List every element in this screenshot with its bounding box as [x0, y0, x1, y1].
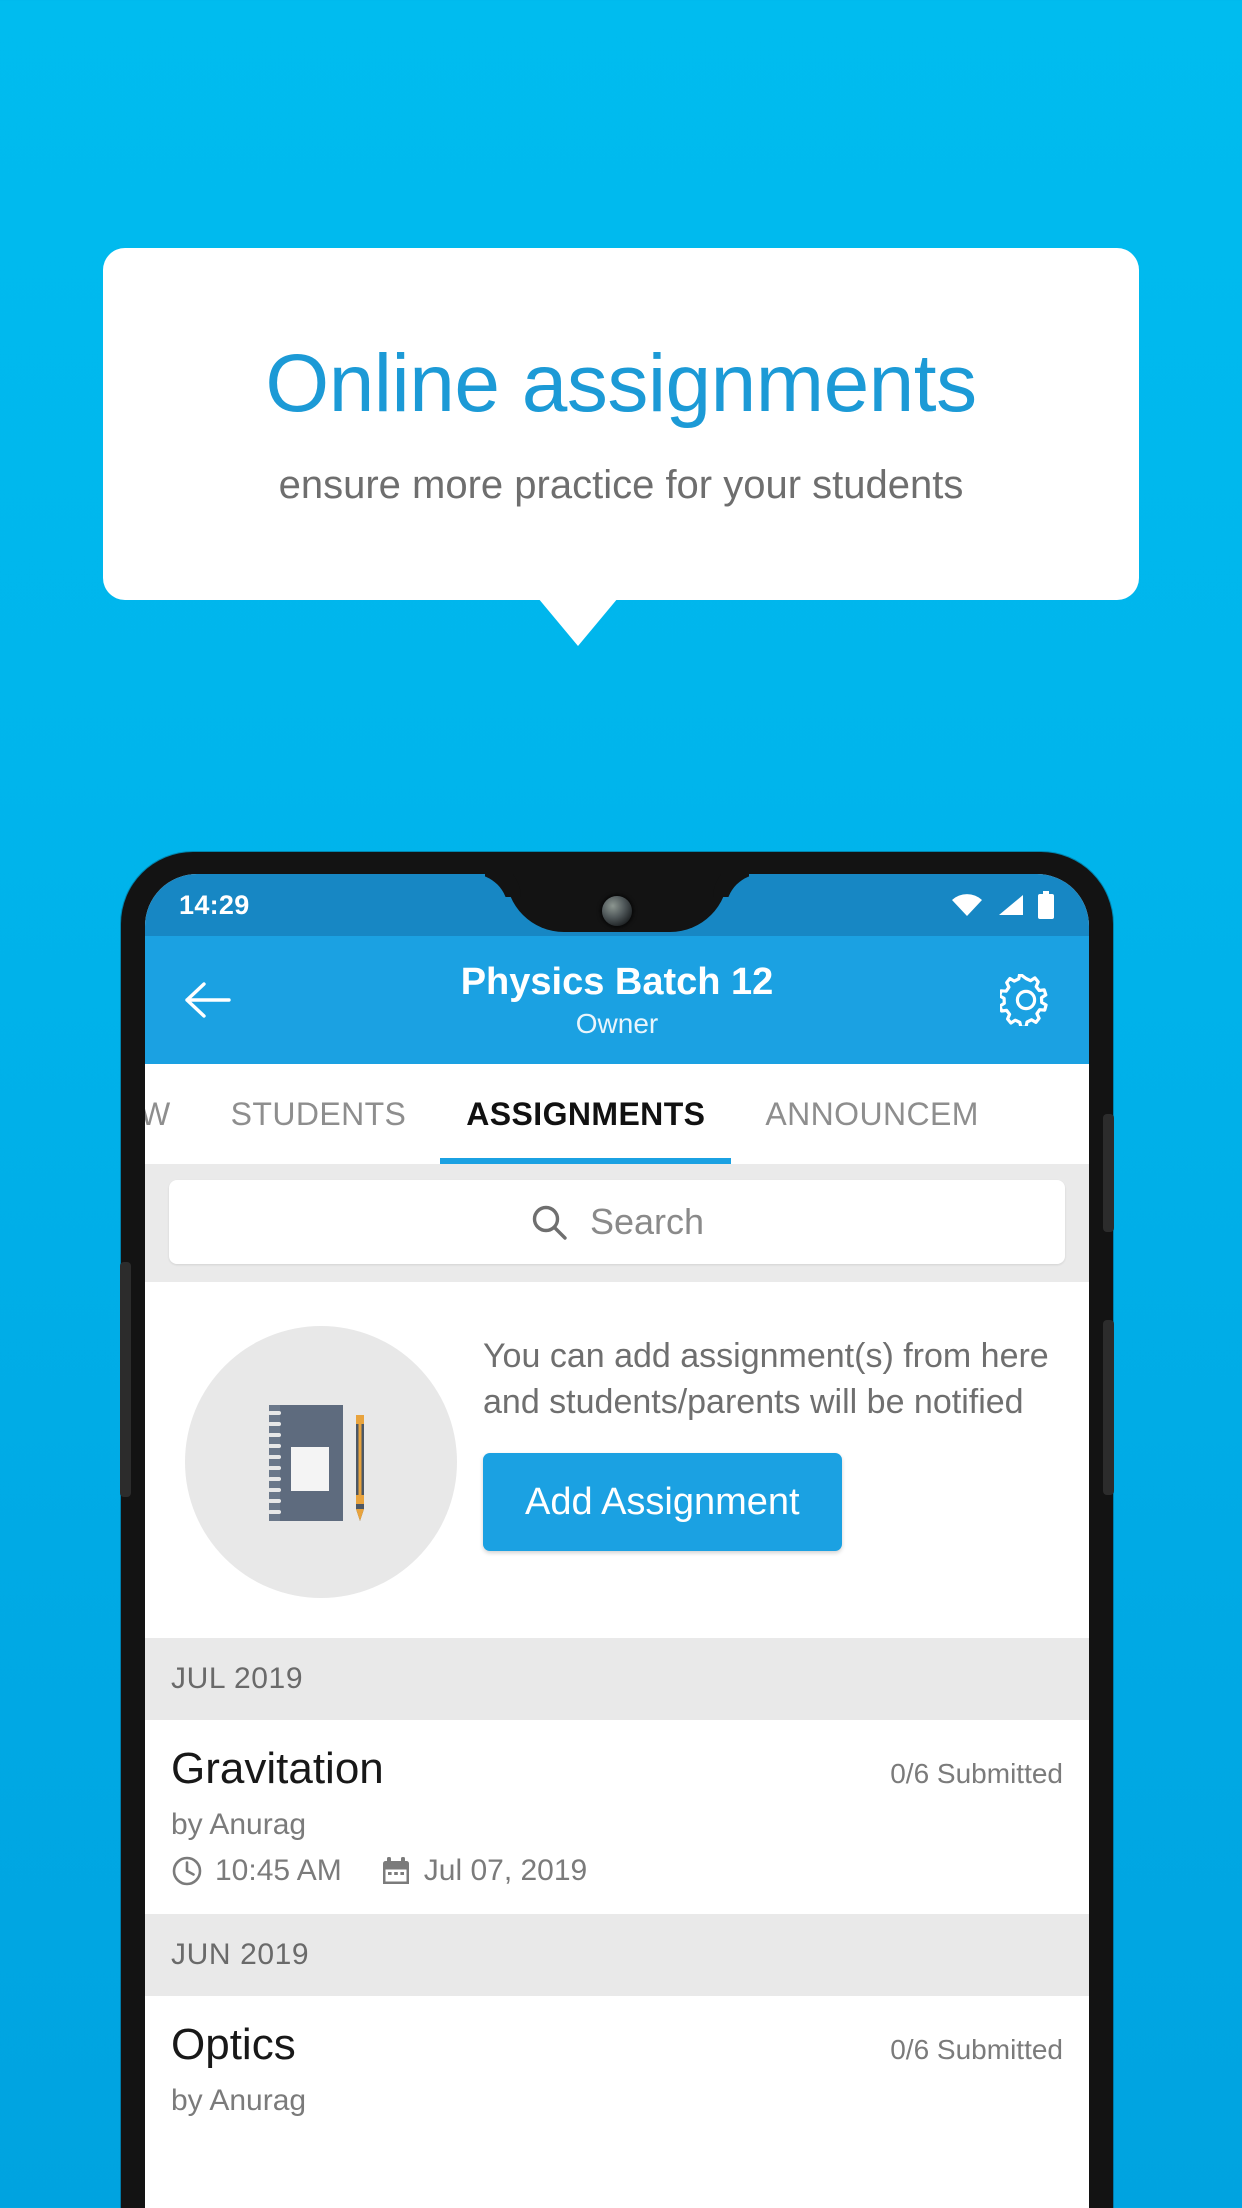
tab-assignments-label: ASSIGNMENTS	[466, 1095, 706, 1132]
phone-notch	[506, 874, 728, 932]
promo-title: Online assignments	[265, 338, 977, 429]
signal-icon	[996, 893, 1024, 917]
tab-students-label: STUDENTS	[230, 1095, 407, 1132]
tab-overview[interactable]: IEW	[145, 1064, 201, 1164]
promo-callout-card: Online assignments ensure more practice …	[103, 248, 1139, 600]
wifi-icon	[951, 893, 983, 917]
tab-overview-label: IEW	[145, 1095, 171, 1132]
tab-announcements-label: ANNOUNCEM	[765, 1095, 979, 1132]
assignment-author: by Anurag	[171, 1808, 307, 1841]
status-bar-clock: 14:29	[179, 889, 250, 920]
back-arrow-icon[interactable]	[177, 969, 239, 1031]
battery-icon	[1037, 891, 1055, 919]
app-bar: Physics Batch 12 Owner	[145, 936, 1089, 1064]
assignment-date: Jul 07, 2019	[423, 1854, 588, 1887]
table-row[interactable]: Gravitation 0/6 Submitted by Anurag 10:4…	[145, 1720, 1089, 1914]
promo-subtitle: ensure more practice for your students	[278, 463, 964, 507]
notebook-and-pen-icon	[185, 1326, 457, 1598]
clock-icon	[171, 1855, 203, 1887]
search-placeholder: Search	[589, 1201, 705, 1242]
phone-bezel: 14:29 Physics Batch 12 Owner W STUDENTS …	[145, 874, 1089, 2208]
status-badge: 0/6 Submitted	[890, 1758, 1063, 1789]
gear-icon[interactable]	[995, 969, 1057, 1031]
empty-state-message: You can add assignment(s) from here and …	[483, 1337, 1049, 1421]
promo-callout-tail	[538, 598, 618, 646]
add-assignment-button[interactable]: Add Assignment	[483, 1453, 842, 1552]
search-bar-container: Search	[145, 1164, 1089, 1282]
search-icon	[530, 1203, 568, 1241]
empty-state-content: You can add assignment(s) from here and …	[457, 1318, 1061, 1552]
phone-power-button[interactable]	[1103, 1114, 1114, 1232]
calendar-icon	[380, 1855, 412, 1887]
phone-assistant-button[interactable]	[120, 1262, 131, 1497]
assignment-meta: 10:45 AM Jul 07, 2019	[171, 1854, 1063, 1888]
status-bar: 14:29	[145, 874, 1089, 936]
assignment-author: by Anurag	[171, 2084, 307, 2117]
front-camera-icon	[602, 896, 632, 926]
assignment-title: Optics	[171, 2020, 296, 2069]
search-input[interactable]: Search	[169, 1180, 1065, 1264]
status-badge: 0/6 Submitted	[890, 2034, 1063, 2065]
assignment-header: Optics 0/6 Submitted	[171, 2020, 1063, 2070]
page-subtitle: Owner	[575, 1007, 659, 1039]
tab-students[interactable]: STUDENTS	[201, 1064, 437, 1164]
tab-announcements[interactable]: ANNOUNCEM	[735, 1064, 1008, 1164]
phone-screen: 14:29 Physics Batch 12 Owner W STUDENTS …	[145, 874, 1089, 2208]
assignment-header: Gravitation 0/6 Submitted	[171, 1744, 1063, 1794]
phone-mockup: 14:29 Physics Batch 12 Owner W STUDENTS …	[120, 852, 1114, 2208]
assignment-title: Gravitation	[171, 1744, 384, 1793]
status-bar-icons	[951, 891, 1055, 919]
app-bar-titles: Physics Batch 12 Owner	[239, 960, 995, 1041]
month-header-jun: JUN 2019	[145, 1914, 1089, 1996]
month-header-jul: JUL 2019	[145, 1638, 1089, 1720]
table-row[interactable]: Optics 0/6 Submitted by Anurag	[145, 1996, 1089, 2144]
month-header-jun-label: JUN 2019	[171, 1938, 310, 1971]
empty-state-banner: You can add assignment(s) from here and …	[145, 1282, 1089, 1638]
tab-bar: IEW STUDENTS ASSIGNMENTS ANNOUNCEM	[145, 1064, 1089, 1164]
tab-assignments[interactable]: ASSIGNMENTS	[436, 1064, 735, 1164]
page-title: Physics Batch 12	[460, 960, 774, 1003]
month-header-jul-label: JUL 2019	[171, 1662, 304, 1695]
assignment-time: 10:45 AM	[215, 1854, 342, 1887]
phone-volume-button[interactable]	[1103, 1320, 1114, 1495]
